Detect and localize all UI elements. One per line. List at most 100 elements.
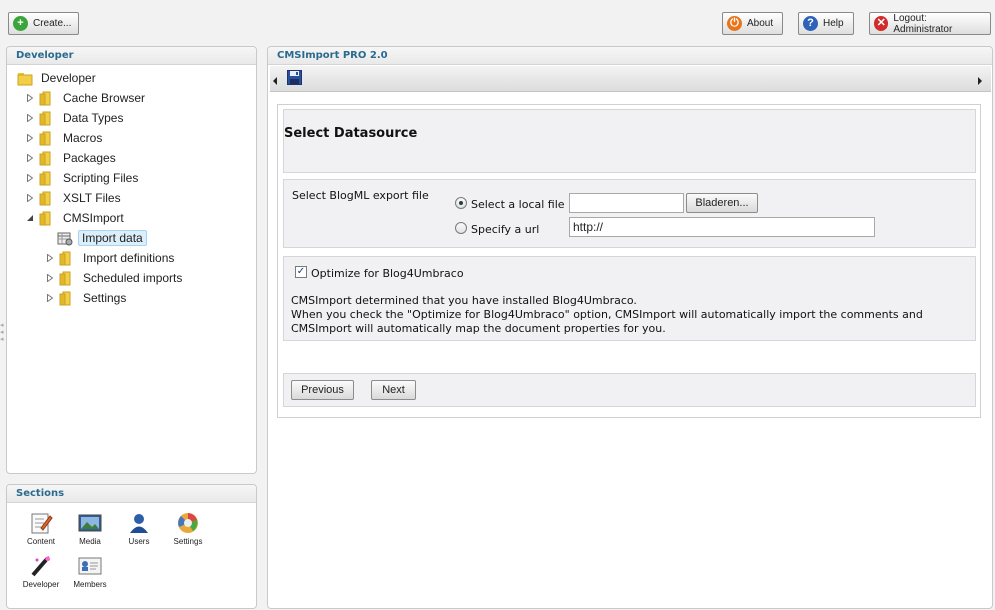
section-members[interactable]: Members [67, 555, 113, 589]
save-icon[interactable] [287, 70, 302, 88]
expand-arrow-icon[interactable] [25, 93, 35, 103]
expand-arrow-icon[interactable] [25, 173, 35, 183]
tree-item-xslt-files[interactable]: XSLT Files [25, 189, 124, 207]
expand-arrow-icon[interactable] [45, 273, 55, 283]
content-icon [29, 512, 53, 534]
folder-icon [39, 191, 55, 206]
next-button[interactable]: Next [371, 380, 416, 400]
tree-item-label: Scheduled imports [83, 271, 183, 285]
help-button[interactable]: ? Help [798, 12, 854, 35]
sections-panel-title: Sections [7, 485, 256, 503]
scroll-left-icon[interactable] [273, 74, 278, 88]
blog4umbraco-info-line2: When you check the "Optimize for Blog4Um… [291, 308, 923, 335]
expand-arrow-icon[interactable] [45, 293, 55, 303]
members-icon [78, 555, 102, 577]
section-media[interactable]: Media [67, 512, 113, 546]
logout-button[interactable]: ✕ Logout: Administrator [869, 12, 991, 35]
logout-icon: ✕ [874, 16, 889, 31]
help-button-label: Help [823, 18, 844, 29]
tree-item-macros[interactable]: Macros [25, 129, 105, 147]
tree-item-data-types[interactable]: Data Types [25, 109, 126, 127]
tree-item-label: Import definitions [83, 251, 175, 265]
folder-open-icon [17, 71, 33, 86]
logout-button-label: Logout: Administrator [893, 12, 953, 35]
wizard-header: Select Datasource [283, 109, 976, 173]
tree-item-label: Import data [78, 230, 147, 246]
top-bar: + Create... ⏻ About ? Help ✕ Logout: Adm… [0, 0, 995, 44]
export-file-label: Select BlogML export file [292, 189, 429, 202]
tree-item-settings[interactable]: Settings [45, 289, 129, 307]
local-file-radio[interactable] [455, 197, 467, 209]
tree-item-label: Packages [63, 151, 116, 165]
folder-icon [39, 131, 55, 146]
section-label: Media [79, 537, 101, 546]
expand-arrow-icon[interactable] [25, 193, 35, 203]
optimize-checkbox[interactable]: ✓ [295, 266, 307, 278]
section-content[interactable]: Content [18, 512, 64, 546]
tree-item-scheduled-imports[interactable]: Scheduled imports [45, 269, 185, 287]
folder-icon [59, 291, 75, 306]
blog4umbraco-info-line1: CMSImport determined that you have insta… [291, 294, 637, 307]
tree-panel-title: Developer [7, 47, 256, 65]
datasource-section: Select BlogML export file Select a local… [283, 179, 976, 248]
expand-arrow-icon[interactable] [25, 113, 35, 123]
previous-button[interactable]: Previous [291, 380, 354, 400]
tree-item-cmsimport[interactable]: CMSImport [25, 209, 127, 227]
tree-item-packages[interactable]: Packages [25, 149, 119, 167]
about-button-label: About [747, 18, 774, 29]
tree-item-cache-browser[interactable]: Cache Browser [25, 89, 148, 107]
collapse-arrow-icon[interactable] [25, 213, 35, 223]
browse-button[interactable]: Bladeren... [686, 193, 758, 213]
section-label: Settings [173, 537, 203, 546]
tree-item-label: Settings [83, 291, 127, 305]
optimize-section: ✓ Optimize for Blog4Umbraco CMSImport de… [283, 256, 976, 341]
section-label: Content [26, 537, 56, 546]
url-radio[interactable] [455, 222, 467, 234]
folder-icon [39, 91, 55, 106]
add-icon: + [13, 16, 28, 31]
folder-icon [59, 251, 75, 266]
section-label: Developer [22, 580, 60, 589]
tree-root[interactable]: Developer [17, 69, 99, 87]
folder-icon [39, 151, 55, 166]
folder-icon [39, 111, 55, 126]
sections-panel: Sections Content Media Users Settings De… [6, 484, 257, 609]
section-developer[interactable]: Developer [18, 555, 64, 589]
tree-item-label: Macros [63, 131, 103, 145]
developer-icon [29, 555, 53, 577]
scroll-right-icon[interactable] [978, 74, 983, 88]
tree-item-import-data[interactable]: Import data [57, 229, 147, 247]
section-settings[interactable]: Settings [165, 512, 211, 546]
about-button[interactable]: ⏻ About [722, 12, 783, 35]
expand-arrow-icon[interactable] [45, 253, 55, 263]
section-label: Users [128, 537, 150, 546]
navigation-section: Previous Next [283, 373, 976, 407]
url-input[interactable]: http:// [569, 217, 875, 237]
create-button-label: Create... [33, 18, 72, 29]
media-icon [78, 512, 102, 534]
expand-arrow-icon[interactable] [25, 153, 35, 163]
tree-item-label: Data Types [63, 111, 124, 125]
section-users[interactable]: Users [116, 512, 162, 546]
tree-item-label: Cache Browser [63, 91, 146, 105]
tree-item-import-definitions[interactable]: Import definitions [45, 249, 177, 267]
tree-item-scripting-files[interactable]: Scripting Files [25, 169, 141, 187]
settings-icon [176, 512, 200, 534]
create-button[interactable]: + Create... [8, 12, 79, 35]
page-title: Select Datasource [284, 126, 418, 141]
tree-root-label: Developer [41, 71, 96, 85]
tree-item-label: CMSImport [63, 211, 124, 225]
main-panel: CMSImport PRO 2.0 Select Datasource Sele… [267, 46, 993, 609]
main-toolbar [270, 66, 991, 92]
import-data-icon [57, 231, 73, 246]
local-file-input[interactable] [569, 193, 684, 213]
help-icon: ? [803, 16, 818, 31]
panel-splitter-handle[interactable]: ◂ ◂ ◂ [0, 322, 5, 348]
tree-item-label: XSLT Files [63, 191, 121, 205]
main-panel-title: CMSImport PRO 2.0 [268, 47, 992, 65]
folder-icon [39, 171, 55, 186]
users-icon [127, 512, 151, 534]
wizard-container: Select Datasource Select BlogML export f… [277, 104, 981, 418]
expand-arrow-icon[interactable] [25, 133, 35, 143]
local-file-radio-label[interactable]: Select a local file [471, 198, 565, 211]
